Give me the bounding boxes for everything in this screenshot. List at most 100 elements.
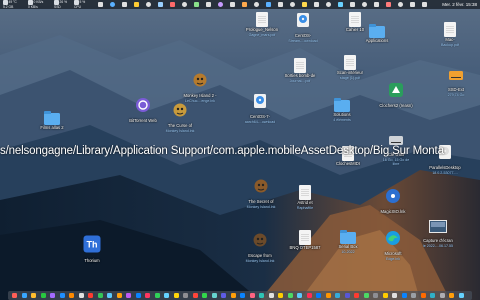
desktop-item-serial-box[interactable]: Serial Box 10-2022 bbox=[331, 229, 365, 254]
dock-app-icon[interactable] bbox=[449, 293, 454, 298]
desktop-item-monkey-island-2[interactable]: Monkey Island 2 - LeChuc....enge.lnk bbox=[183, 72, 217, 103]
dock-app-icon[interactable] bbox=[202, 293, 207, 298]
desktop-item-ssd-drive[interactable]: SSD-Ext 279,74 Go bbox=[439, 68, 473, 97]
menubar-status-icon[interactable] bbox=[206, 2, 211, 7]
menubar-status-icon[interactable] bbox=[410, 2, 415, 7]
dock-app-icon[interactable] bbox=[135, 293, 141, 298]
menubar-status-icon[interactable] bbox=[146, 2, 151, 7]
dock-app-icon[interactable] bbox=[373, 293, 378, 298]
menubar-status-icon[interactable] bbox=[362, 2, 367, 7]
dock-app-icon[interactable] bbox=[420, 293, 426, 298]
desktop-item-microsoft-edge[interactable]: Microsoft Edge.lnk bbox=[376, 230, 410, 261]
dock-app-icon[interactable] bbox=[287, 293, 293, 298]
dock-app-icon[interactable] bbox=[126, 293, 131, 298]
desktop-item-secret-monkey-island[interactable]: The Secret of Monkey Island.lnk bbox=[244, 178, 278, 209]
menubar-status-icon[interactable] bbox=[218, 2, 223, 7]
desktop-item-thorium[interactable]: Th Thorium bbox=[75, 235, 109, 264]
temperature-stat[interactable]: 49 °C 5.2 GB bbox=[3, 0, 17, 9]
desktop-item-sorties-file[interactable]: Sorties bomb-de Journal....pdf bbox=[283, 58, 317, 83]
dock-app-icon[interactable] bbox=[21, 293, 27, 298]
desktop-item-film-folder[interactable]: Films allas 2 bbox=[35, 110, 69, 131]
dock-app-icon[interactable] bbox=[354, 293, 359, 298]
menubar-status-icon[interactable] bbox=[134, 2, 139, 7]
dock-app-icon[interactable] bbox=[401, 293, 407, 298]
dock-app-icon[interactable] bbox=[392, 293, 397, 298]
dock-app-icon[interactable] bbox=[297, 293, 302, 298]
menubar-status-icon[interactable] bbox=[110, 2, 115, 7]
dock-app-icon[interactable] bbox=[40, 293, 46, 298]
desktop-item-magiciso[interactable]: MagicISO.lnk bbox=[376, 188, 410, 215]
menubar-status-icon[interactable] bbox=[230, 2, 235, 7]
menubar-status-icon[interactable] bbox=[422, 2, 427, 7]
dock-app-icon[interactable] bbox=[439, 293, 445, 298]
dock-app-icon[interactable] bbox=[50, 293, 55, 298]
dock-app-icon[interactable] bbox=[173, 293, 179, 298]
menubar-status-icon[interactable] bbox=[170, 2, 175, 7]
dock-app-icon[interactable] bbox=[411, 293, 416, 298]
menubar-status-icon[interactable] bbox=[374, 2, 379, 7]
dock-app-icon[interactable] bbox=[154, 293, 160, 298]
dock-app-icon[interactable] bbox=[12, 293, 17, 298]
desktop-item-capture-ecran[interactable]: Capture d'écran le 2022-...06.17.55 bbox=[421, 220, 455, 248]
desktop-item-escape-monkey-island[interactable]: Escape from Monkey Island.lnk bbox=[243, 232, 277, 263]
network-stat[interactable]: 0 KB/s 0 KB/s bbox=[28, 0, 43, 9]
desktop-item-clochers-file[interactable]: Clochers2 (reasn) bbox=[379, 82, 413, 109]
desktop-item-curse-monkey-island[interactable]: The Curse of Monkey Island.lnk bbox=[163, 102, 197, 133]
dock-app-icon[interactable] bbox=[344, 293, 350, 298]
menubar-status-icon[interactable] bbox=[338, 2, 343, 7]
desktop-item-solutions-folder[interactable]: Solutions 4 éléments bbox=[325, 97, 359, 122]
dock-app-icon[interactable] bbox=[97, 293, 103, 298]
dock-app-icon[interactable] bbox=[249, 293, 255, 298]
dock-app-icon[interactable] bbox=[363, 293, 369, 298]
dock-app-icon[interactable] bbox=[306, 293, 312, 298]
dock-app-icon[interactable] bbox=[458, 293, 464, 298]
desktop-item-centos-7[interactable]: CentOS-7- aarch64-...ownload bbox=[243, 93, 277, 124]
dock-app-icon[interactable] bbox=[183, 293, 188, 298]
dock-app-icon[interactable] bbox=[31, 293, 36, 298]
menubar-status-icon[interactable] bbox=[278, 2, 283, 7]
dock-app-icon[interactable] bbox=[145, 293, 150, 298]
dock-app-icon[interactable] bbox=[78, 293, 84, 298]
menubar-status-icon[interactable] bbox=[314, 2, 319, 7]
dock-app-icon[interactable] bbox=[69, 293, 74, 298]
menubar-status-icon[interactable] bbox=[302, 2, 307, 7]
dock-app-icon[interactable] bbox=[116, 293, 122, 298]
desktop-item-applications-folder[interactable]: Applications bbox=[360, 23, 394, 44]
dock-app-icon[interactable] bbox=[230, 293, 236, 298]
dock-app-icon[interactable] bbox=[259, 293, 264, 298]
menubar-status-icon[interactable] bbox=[254, 2, 259, 7]
dock-app-icon[interactable] bbox=[325, 293, 331, 298]
dock-app-icon[interactable] bbox=[107, 293, 112, 298]
dock-app-icon[interactable] bbox=[192, 293, 198, 298]
desktop-item-bittorrent[interactable]: BitTorrent Web bbox=[126, 97, 160, 124]
desktop-item-astrid-raphaelle[interactable]: Astrid et Raphaëlle bbox=[288, 185, 322, 210]
disk-stat[interactable]: 26 % SSD bbox=[54, 0, 67, 9]
dock-app-icon[interactable] bbox=[211, 293, 217, 298]
desktop-item-centos-stream[interactable]: CentOS- Stream-...ownload bbox=[286, 12, 320, 43]
menubar-status-icon[interactable] bbox=[266, 2, 271, 7]
dock-app-icon[interactable] bbox=[164, 293, 169, 298]
dock-app-icon[interactable] bbox=[240, 293, 245, 298]
menubar-status-icon[interactable] bbox=[122, 2, 127, 7]
menubar-status-icon[interactable] bbox=[386, 2, 391, 7]
dock-app-icon[interactable] bbox=[382, 293, 388, 298]
menubar-status-icon[interactable] bbox=[326, 2, 331, 7]
dock-app-icon[interactable] bbox=[278, 293, 283, 298]
menubar-status-icon[interactable] bbox=[350, 2, 355, 7]
dock-app-icon[interactable] bbox=[268, 293, 274, 298]
desktop-item-scan-file[interactable]: Scan-intérieur stage (1).pdf bbox=[333, 55, 367, 80]
menubar-status-icon[interactable] bbox=[290, 2, 295, 7]
dock-app-icon[interactable] bbox=[59, 293, 65, 298]
desktop-item-mac-folder[interactable]: Mac- Backup.pdf bbox=[433, 22, 467, 47]
cpu-stat[interactable]: 5 % CPU bbox=[74, 0, 85, 9]
dock-app-icon[interactable] bbox=[335, 293, 340, 298]
menubar-clock[interactable]: Mer. 2 févr. 15:38 bbox=[442, 2, 477, 7]
dock-app-icon[interactable] bbox=[88, 293, 93, 298]
menubar-status-icon[interactable] bbox=[158, 2, 163, 7]
dock-app-icon[interactable] bbox=[221, 293, 226, 298]
dock-app-icon[interactable] bbox=[430, 293, 435, 298]
menubar-status-icon[interactable] bbox=[98, 2, 103, 7]
desktop-item-prologue-file[interactable]: Prologue_Nelson Gagne_mars.pdf bbox=[245, 12, 279, 37]
desktop-item-bnq-file[interactable]: BNQ OTEP1587 bbox=[288, 230, 322, 251]
menubar-status-icon[interactable] bbox=[398, 2, 403, 7]
